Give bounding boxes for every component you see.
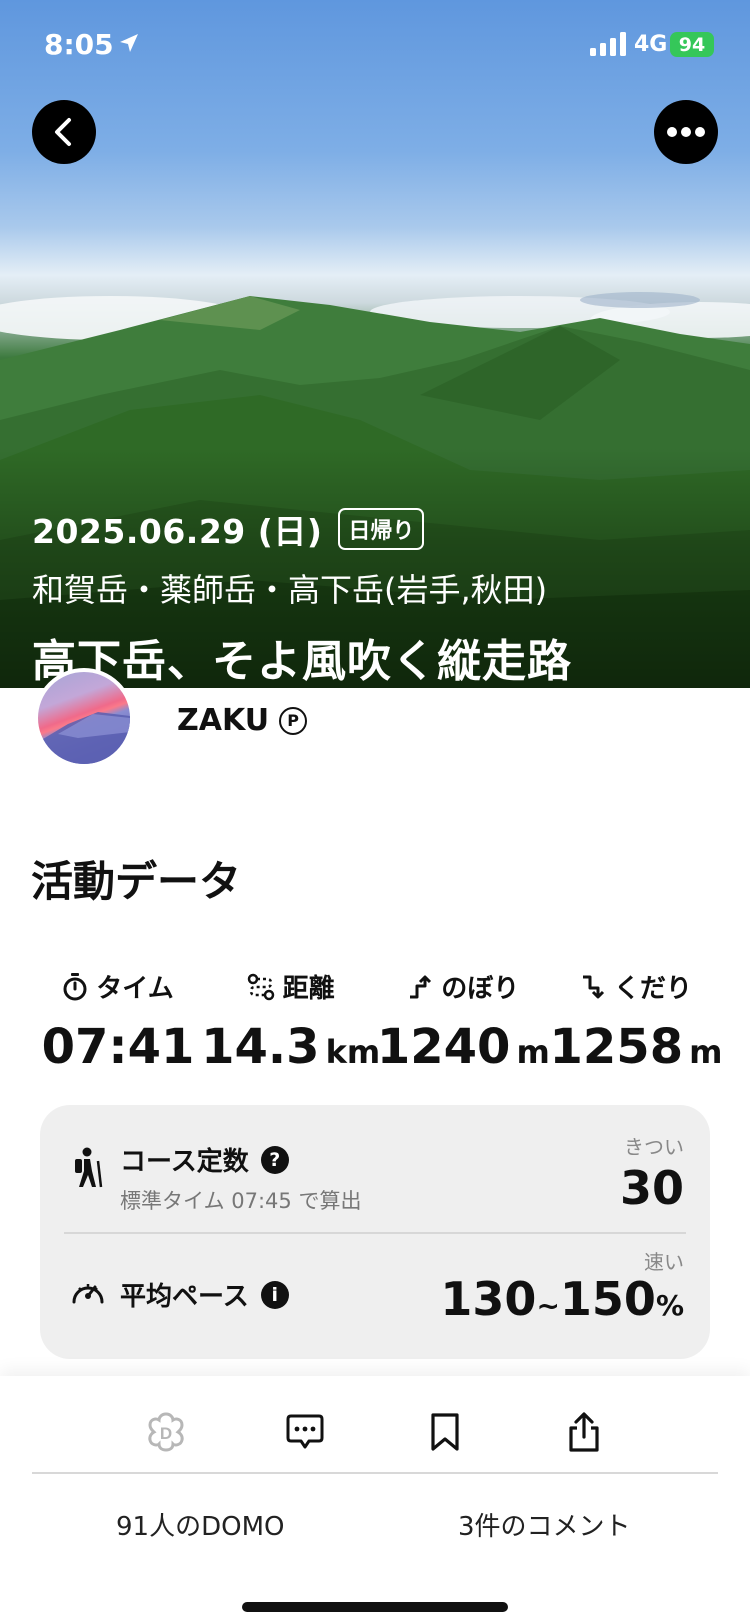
avatar-image [38,712,130,764]
action-icons: D [0,1400,750,1464]
speedometer-icon [72,1284,104,1304]
pace-low: 130 [440,1272,537,1326]
comment-button[interactable] [273,1400,337,1464]
comment-bubble-icon [286,1414,324,1449]
course-constant-title: コース定数 [120,1147,249,1177]
pace-speed-caption: 速い [644,1250,684,1274]
bookmark-button[interactable] [413,1400,477,1464]
status-time: 8:05 [44,28,114,61]
section-title-activity: 活動データ [31,857,242,906]
average-pace-title: 平均ペース [120,1282,249,1312]
user-name-row[interactable]: ZAKU P [177,703,308,738]
location-arrow-icon [120,34,138,52]
route-icon [247,973,274,1000]
mountain-names[interactable]: 和賀岳・薬師岳・高下岳(岩手,秋田) [32,565,572,611]
domo-count[interactable]: 91人のDOMO [116,1506,284,1543]
pace-unit: % [655,1289,684,1322]
stat-distance: 距離 14.3 km [201,968,380,1075]
course-pace-card: コース定数 ? 標準タイム 07:45 で算出 きつい 30 平均ペース i 速… [40,1105,710,1359]
hero-text: 2025.06.29 (日) 日帰り 和賀岳・薬師岳・高下岳(岩手,秋田) 高下… [32,505,572,689]
signal-icon [590,32,626,56]
course-difficulty-caption: きつい [624,1135,684,1159]
date-row: 2025.06.29 (日) 日帰り [32,505,572,553]
premium-badge-icon: P [279,706,308,735]
status-bar: 8:05 4G 94 [0,0,750,90]
stat-label: くだり [613,974,692,1004]
avatar[interactable] [34,668,134,768]
stat-descent: くだり 1258 m [550,968,723,1075]
stat-value: 1240 m [377,1019,550,1075]
stat-label: 距離 [282,974,335,1004]
domo-flower-icon: D [148,1412,184,1452]
stat-unit: m [689,1033,723,1071]
course-constant-title-row: コース定数 ? [120,1141,289,1178]
bottom-divider [32,1472,718,1474]
comment-count[interactable]: 3件のコメント [458,1506,631,1543]
activity-stats: タイム 07:41 距離 14.3 km のぼり 1240 m くだり 1258… [32,968,722,1075]
info-icon[interactable]: i [260,1280,289,1309]
average-pace-title-row: 平均ペース i [120,1276,289,1313]
bottom-action-bar: D 91人のDOMO 3件のコメント [0,1376,750,1624]
stat-unit: km [325,1033,381,1071]
stat-number: 14.3 [201,1019,320,1075]
course-constant-value: 30 [619,1161,684,1215]
course-constant-subtitle: 標準タイム 07:45 で算出 [120,1189,362,1213]
stat-value: 14.3 km [201,1019,380,1075]
pace-tilde: ~ [536,1289,560,1322]
domo-button[interactable]: D [134,1400,198,1464]
stat-label-row: くだり [580,968,692,1005]
hiker-icon [75,1147,103,1188]
descent-icon [582,975,605,998]
stopwatch-icon [63,972,87,1000]
stat-time: タイム 07:41 [32,968,204,1075]
home-indicator [242,1602,508,1612]
user-name: ZAKU [177,703,270,738]
average-pace-row[interactable]: 平均ペース i 速い 130~150% [40,1232,710,1359]
stat-number: 07:41 [41,1019,195,1075]
average-pace-value: 130~150% [440,1272,684,1326]
bookmark-icon [431,1413,459,1451]
pace-high: 150 [559,1272,656,1326]
stat-label: タイム [96,974,174,1004]
stat-ascent: のぼり 1240 m [377,968,550,1075]
stat-value: 1258 m [550,1019,723,1075]
more-options-button[interactable] [654,100,718,164]
stat-value: 07:41 [42,1019,195,1075]
stat-number: 1258 [549,1019,684,1075]
back-button[interactable] [32,100,96,164]
course-constant-row[interactable]: コース定数 ? 標準タイム 07:45 で算出 きつい 30 [40,1105,710,1232]
battery-indicator: 94 [670,32,714,57]
stat-unit: m [516,1033,550,1071]
network-type: 4G [634,32,668,57]
stat-label-row: のぼり [407,968,519,1005]
share-icon [569,1412,599,1452]
share-button[interactable] [552,1400,616,1464]
more-dots-icon [667,127,705,137]
stat-label-row: タイム [62,968,174,1005]
stat-label: のぼり [441,974,520,1004]
help-icon[interactable]: ? [260,1145,289,1174]
trip-type-badge: 日帰り [338,508,425,550]
ascent-icon [410,975,432,998]
stat-number: 1240 [376,1019,511,1075]
stat-label-row: 距離 [247,968,335,1005]
activity-date: 2025.06.29 (日) [32,512,323,551]
svg-text:D: D [160,1424,172,1443]
chevron-left-icon [55,118,71,146]
